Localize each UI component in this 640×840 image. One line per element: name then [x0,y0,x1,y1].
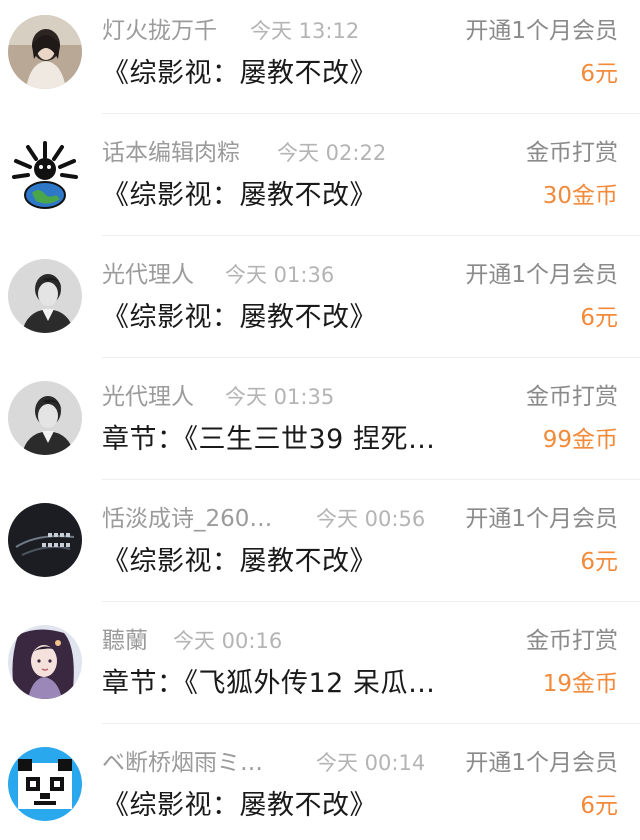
list-item[interactable]: 灯火拢万千 今天 13:12 开通1个月会员 《综影视：屡教不改》 6元 [0,0,640,121]
amount: 6元 [580,305,618,331]
list-item[interactable]: 光代理人 今天 01:36 开通1个月会员 《综影视：屡教不改》 6元 [0,244,640,365]
divider [102,723,640,724]
timestamp: 今天 13:12 [250,19,360,43]
divider [102,601,640,602]
book-title[interactable]: 《综影视：屡教不改》 [102,57,377,91]
chapter-title[interactable]: 章节：《三生三世39 捏死… [102,423,435,457]
action-type: 开通1个月会员 [465,18,618,44]
user-name[interactable]: 聽蘭 [102,626,148,656]
timestamp: 今天 01:35 [225,385,335,409]
amount: 6元 [580,793,618,819]
timestamp: 今天 00:56 [316,507,426,531]
action-type: 开通1个月会员 [465,750,618,776]
reward-record-list: 灯火拢万千 今天 13:12 开通1个月会员 《综影视：屡教不改》 6元 话本编… [0,0,640,840]
amount: 30金币 [542,183,618,209]
amount: 19金币 [542,671,618,697]
avatar[interactable] [8,381,82,455]
book-title[interactable]: 《综影视：屡教不改》 [102,179,377,213]
list-item[interactable]: 光代理人 今天 01:35 金币打赏 章节：《三生三世39 捏死… 99金币 [0,366,640,487]
action-type: 开通1个月会员 [465,506,618,532]
amount: 99金币 [542,427,618,453]
man-portrait-icon [8,381,82,455]
avatar[interactable] [8,625,82,699]
user-name[interactable]: 光代理人 [102,382,194,412]
dark-calligraphy-icon [8,503,82,577]
avatar[interactable] [8,137,82,211]
timestamp: 今天 00:16 [173,629,283,653]
divider [102,235,640,236]
amount: 6元 [580,549,618,575]
pixel-panda-icon [8,747,82,821]
anime-girl-icon [8,625,82,699]
timestamp: 今天 01:36 [225,263,335,287]
book-title[interactable]: 《综影视：屡教不改》 [102,301,377,335]
action-type: 金币打赏 [526,384,618,410]
avatar[interactable] [8,15,82,89]
divider [102,357,640,358]
avatar[interactable] [8,259,82,333]
user-name[interactable]: 恬淡成诗_260… [102,504,272,534]
girl-photo-icon [8,15,82,89]
action-type: 金币打赏 [526,140,618,166]
list-item[interactable]: ベ断桥烟雨ミ… 今天 00:14 开通1个月会员 《综影视：屡教不改》 6元 [0,732,640,840]
list-item[interactable]: 聽蘭 今天 00:16 金币打赏 章节：《飞狐外传12 呆瓜… 19金币 [0,610,640,731]
avatar[interactable] [8,503,82,577]
book-title[interactable]: 《综影视：屡教不改》 [102,545,377,579]
list-item[interactable]: 恬淡成诗_260… 今天 00:56 开通1个月会员 《综影视：屡教不改》 6元 [0,488,640,609]
user-name[interactable]: 话本编辑肉粽 [102,138,240,168]
list-item[interactable]: 话本编辑肉粽 今天 02:22 金币打赏 《综影视：屡教不改》 30金币 [0,122,640,243]
cartoon-earth-icon [8,137,82,211]
user-name[interactable]: ベ断桥烟雨ミ… [102,748,263,778]
divider [102,479,640,480]
user-name[interactable]: 灯火拢万千 [102,16,217,46]
chapter-title[interactable]: 章节：《飞狐外传12 呆瓜… [102,667,435,701]
action-type: 金币打赏 [526,628,618,654]
divider [102,113,640,114]
book-title[interactable]: 《综影视：屡教不改》 [102,789,377,823]
avatar[interactable] [8,747,82,821]
user-name[interactable]: 光代理人 [102,260,194,290]
action-type: 开通1个月会员 [465,262,618,288]
man-portrait-icon [8,259,82,333]
timestamp: 今天 02:22 [277,141,387,165]
amount: 6元 [580,61,618,87]
timestamp: 今天 00:14 [316,751,426,775]
